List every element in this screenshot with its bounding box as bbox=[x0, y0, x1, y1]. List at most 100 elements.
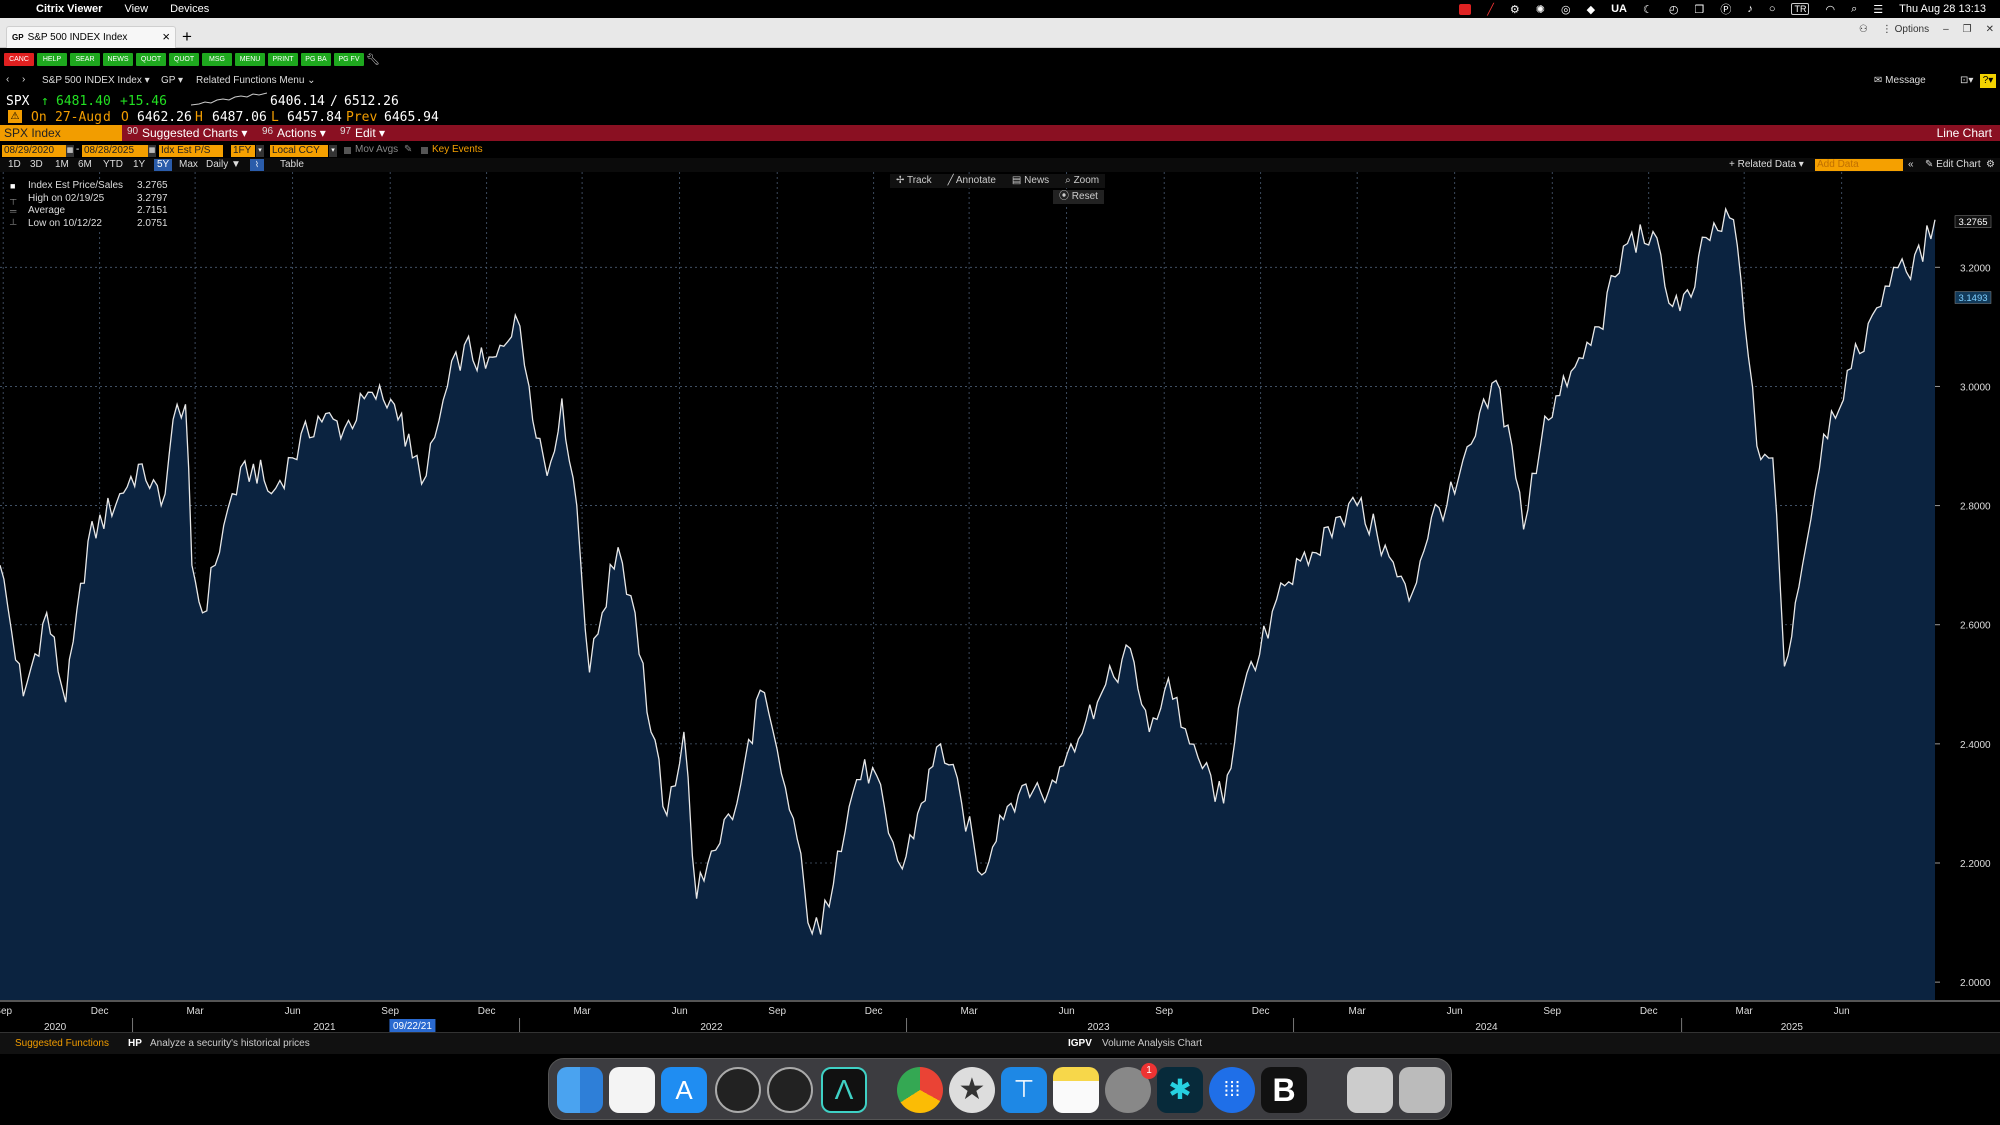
annotate-tool[interactable]: ╱ Annotate bbox=[948, 174, 996, 188]
p-icon[interactable]: Ⓟ bbox=[1720, 1, 1731, 17]
tab-sp500[interactable]: GP S&P 500 INDEX Index × bbox=[6, 26, 176, 48]
help-button[interactable]: ?▾ bbox=[1980, 74, 1996, 88]
back-arrow-icon[interactable]: ‹ bbox=[6, 74, 9, 85]
sf-desc-igpv[interactable]: Volume Analysis Chart bbox=[1102, 1038, 1202, 1049]
message-button[interactable]: ✉ Message bbox=[1874, 75, 1926, 86]
mute-icon[interactable]: ♪ bbox=[1747, 3, 1753, 15]
fn-button-10[interactable]: PG FV bbox=[334, 53, 364, 66]
fn-button-8[interactable]: PRINT bbox=[268, 53, 298, 66]
start-date-input[interactable]: 08/29/2020 bbox=[2, 145, 66, 157]
minimize-icon[interactable]: – bbox=[1943, 24, 1949, 35]
dots-app-icon[interactable]: ⁞⁞⁞ bbox=[1209, 1067, 1255, 1113]
notes-icon[interactable] bbox=[1053, 1067, 1099, 1113]
new-tab-icon[interactable]: + bbox=[182, 27, 192, 47]
wrench-icon[interactable]: 🔧︎ bbox=[366, 53, 380, 66]
edit-chart-button[interactable]: ✎ Edit Chart bbox=[1925, 159, 1981, 171]
key-events-checkbox[interactable] bbox=[421, 147, 428, 154]
perplexity-icon[interactable]: ✱ bbox=[1157, 1067, 1203, 1113]
period-ytd[interactable]: YTD bbox=[103, 159, 123, 171]
fn-button-6[interactable]: MSG bbox=[202, 53, 232, 66]
restore-icon[interactable]: ❐ bbox=[1963, 24, 1972, 35]
instruments-2-icon[interactable] bbox=[767, 1067, 813, 1113]
period-1d[interactable]: 1D bbox=[8, 159, 21, 171]
instruments-icon[interactable] bbox=[715, 1067, 761, 1113]
close-window-icon[interactable]: ✕ bbox=[1986, 24, 1994, 35]
price-sales-chart[interactable]: 2.0000 2.2000 2.4000 2.6000 2.8000 3.0000 3.20… bbox=[0, 172, 2000, 1040]
openai-icon[interactable]: ✺ bbox=[1536, 3, 1545, 16]
fn-button-4[interactable]: QUOT bbox=[136, 53, 166, 66]
period-1y[interactable]: 1Y bbox=[133, 159, 145, 171]
suggested-charts-menu[interactable]: Suggested Charts ▾ bbox=[142, 125, 247, 141]
currency-caret-icon[interactable]: ▾ bbox=[329, 145, 337, 157]
related-functions-menu[interactable]: Related Functions Menu ⌄ bbox=[196, 75, 316, 86]
fn-button-1[interactable]: HELP bbox=[37, 53, 67, 66]
key-events-label[interactable]: Key Events bbox=[432, 144, 483, 155]
frequency-dropdown[interactable]: Daily ▼ bbox=[206, 159, 241, 171]
table-button[interactable]: Table bbox=[280, 159, 304, 171]
function-dropdown[interactable]: GP ▾ bbox=[161, 75, 183, 86]
collapse-icon[interactable]: « bbox=[1908, 159, 1914, 171]
close-tab-icon[interactable]: × bbox=[162, 29, 170, 44]
legend-row-0[interactable]: ■ Index Est Price/Sales 3.2765 bbox=[6, 180, 171, 193]
track-tool[interactable]: ✢ Track bbox=[896, 174, 932, 188]
add-data-input[interactable]: Add Data bbox=[1815, 159, 1903, 171]
circle-icon[interactable]: ○ bbox=[1769, 3, 1776, 15]
fn-button-3[interactable]: NEWS bbox=[103, 53, 133, 66]
period-caret-icon[interactable]: ▾ bbox=[256, 145, 264, 157]
news-tool[interactable]: ▤ News bbox=[1012, 174, 1049, 188]
reminders-icon[interactable] bbox=[609, 1067, 655, 1113]
fn-button-2[interactable]: SEAR bbox=[70, 53, 100, 66]
zoom-tool[interactable]: ⌕ Zoom bbox=[1065, 174, 1099, 188]
options-menu[interactable]: ⋮ Options bbox=[1882, 24, 1929, 35]
downloads-folder-icon[interactable] bbox=[1347, 1067, 1393, 1113]
window-menu-icon[interactable]: ⊡▾ bbox=[1960, 75, 1973, 86]
clock-text[interactable]: Thu Aug 28 13:13 bbox=[1899, 3, 1986, 15]
input-language[interactable]: UA bbox=[1611, 3, 1627, 15]
fn-button-7[interactable]: MENU bbox=[235, 53, 265, 66]
pen-icon[interactable]: ╱ bbox=[1487, 3, 1494, 16]
pencil-icon[interactable]: ✎ bbox=[404, 144, 412, 155]
gear-icon[interactable]: ⚙ bbox=[1510, 3, 1520, 16]
mov-avgs-checkbox[interactable] bbox=[344, 147, 351, 154]
chrome-icon[interactable] bbox=[897, 1067, 943, 1113]
camera-icon[interactable]: ◎ bbox=[1561, 3, 1571, 16]
menu-app-name[interactable]: Citrix Viewer bbox=[36, 3, 102, 15]
currency-dropdown[interactable]: Local CCY bbox=[270, 145, 328, 157]
sf-desc-hp[interactable]: Analyze a security's historical prices bbox=[150, 1038, 310, 1049]
user-icon[interactable]: ⚇ bbox=[1859, 24, 1868, 35]
moon-icon[interactable]: ☾ bbox=[1643, 3, 1653, 16]
star-app-icon[interactable]: ★ bbox=[949, 1067, 995, 1113]
period-1m[interactable]: 1M bbox=[55, 159, 69, 171]
end-date-input[interactable]: 08/28/2025 bbox=[82, 145, 148, 157]
fn-button-9[interactable]: PG BA bbox=[301, 53, 331, 66]
fn-button-5[interactable]: QUOT bbox=[169, 53, 199, 66]
keynote-icon[interactable]: ⊤ bbox=[1001, 1067, 1047, 1113]
chart-settings-icon[interactable]: ⚙ bbox=[1986, 159, 1995, 171]
period-5y[interactable]: 5Y bbox=[154, 159, 173, 171]
period-3d[interactable]: 3D bbox=[30, 159, 43, 171]
app-store-icon[interactable]: A bbox=[661, 1067, 707, 1113]
finder-icon[interactable] bbox=[557, 1067, 603, 1113]
mov-avgs-label[interactable]: Mov Avgs bbox=[355, 144, 398, 155]
trash-icon[interactable] bbox=[1399, 1067, 1445, 1113]
end-calendar-icon[interactable]: ▦ bbox=[148, 145, 156, 157]
fn-button-0[interactable]: CANC bbox=[4, 53, 34, 66]
period-max[interactable]: Max bbox=[179, 159, 198, 171]
sf-code-hp[interactable]: HP bbox=[128, 1038, 142, 1049]
terminal-app-icon[interactable]: Λ bbox=[821, 1067, 867, 1113]
reset-button[interactable]: ⦿ Reset bbox=[1053, 190, 1104, 204]
related-data-menu[interactable]: + Related Data ▾ bbox=[1729, 159, 1804, 171]
period-6m[interactable]: 6M bbox=[78, 159, 92, 171]
security-dropdown[interactable]: S&P 500 INDEX Index ▾ bbox=[42, 75, 150, 86]
menu-devices[interactable]: Devices bbox=[170, 3, 209, 15]
alert-icon[interactable]: ⚠ bbox=[8, 110, 22, 123]
security-field[interactable]: SPX Index bbox=[0, 125, 122, 141]
start-calendar-icon[interactable]: ▦ bbox=[66, 145, 74, 157]
edit-menu[interactable]: Edit ▾ bbox=[355, 125, 385, 141]
menu-view[interactable]: View bbox=[124, 3, 148, 15]
forward-arrow-icon[interactable]: › bbox=[22, 74, 25, 85]
sf-code-igpv[interactable]: IGPV bbox=[1068, 1038, 1092, 1049]
tr-badge[interactable]: TR bbox=[1791, 3, 1810, 15]
copy-icon[interactable]: ❐ bbox=[1694, 3, 1704, 16]
search-icon[interactable]: ⌕ bbox=[1851, 3, 1857, 16]
